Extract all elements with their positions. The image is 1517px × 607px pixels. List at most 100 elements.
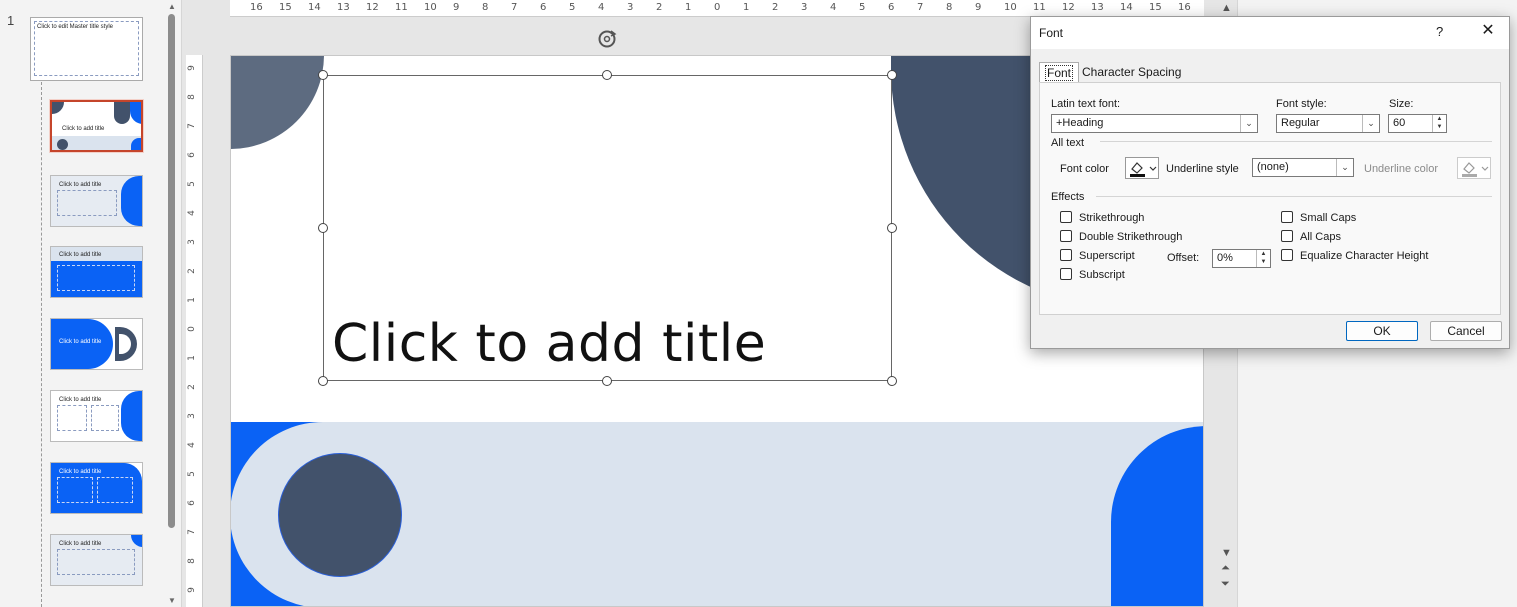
- cancel-button[interactable]: Cancel: [1430, 321, 1502, 341]
- ruler-tick: 7: [186, 529, 197, 535]
- ruler-tick: 15: [1149, 2, 1162, 13]
- ruler-tick: 4: [598, 2, 605, 13]
- tab-font[interactable]: Font: [1039, 62, 1080, 82]
- ruler-tick: 1: [685, 2, 692, 13]
- layout-tree-connector: [41, 82, 42, 607]
- ruler-tick: 0: [186, 326, 197, 332]
- resize-handle-bl[interactable]: [318, 376, 328, 386]
- spin-arrows-icon[interactable]: ▲ ▼: [1432, 115, 1446, 132]
- tab-character-spacing[interactable]: Character Spacing: [1077, 62, 1186, 82]
- ruler-tick: 1: [743, 2, 750, 13]
- chevron-down-icon[interactable]: ⌄: [1362, 115, 1379, 132]
- thumb-title: Click to add title: [62, 126, 105, 132]
- layout-thumbnail-1[interactable]: Click to add title: [49, 99, 144, 153]
- strikethrough-checkbox[interactable]: [1060, 211, 1072, 223]
- slide-thumbnail-pane: 1 Click to edit Master title style Click…: [0, 0, 182, 607]
- superscript-checkbox[interactable]: [1060, 249, 1072, 261]
- ruler-tick: 6: [186, 152, 197, 158]
- close-icon[interactable]: ✕: [1477, 20, 1499, 42]
- ruler-tick: 3: [186, 239, 197, 245]
- thumb-frame: [57, 190, 117, 216]
- double-strikethrough-checkbox[interactable]: [1060, 230, 1072, 242]
- resize-handle-l[interactable]: [318, 223, 328, 233]
- slate-circle[interactable]: [278, 453, 402, 577]
- scroll-thumb[interactable]: [168, 14, 175, 528]
- ruler-tick: 6: [888, 2, 895, 13]
- underline-style-combo[interactable]: (none) ⌄: [1252, 158, 1354, 177]
- scroll-up-icon[interactable]: ▲: [1221, 2, 1232, 14]
- resize-handle-br[interactable]: [887, 376, 897, 386]
- layout-thumbnail-3[interactable]: Click to add title: [50, 246, 143, 298]
- underline-color-picker[interactable]: [1457, 157, 1491, 179]
- next-slide-icon[interactable]: ⏷: [1221, 578, 1230, 591]
- slate-quarter-circle[interactable]: [231, 56, 324, 149]
- spin-arrows-icon[interactable]: ▲ ▼: [1256, 250, 1270, 267]
- superscript-label[interactable]: Superscript: [1079, 250, 1135, 262]
- title-placeholder[interactable]: Click to add title: [323, 75, 892, 381]
- equalize-height-checkbox[interactable]: [1281, 249, 1293, 261]
- double-strikethrough-label[interactable]: Double Strikethrough: [1079, 231, 1182, 243]
- ruler-tick: 5: [186, 471, 197, 477]
- layout-thumbnail-7[interactable]: Click to add title: [50, 534, 143, 586]
- rotate-handle-icon[interactable]: [596, 28, 618, 50]
- thumb-title: Click to add title: [59, 469, 102, 475]
- ruler-tick: 14: [308, 2, 321, 13]
- ok-button[interactable]: OK: [1346, 321, 1418, 341]
- title-placeholder-text[interactable]: Click to add title: [332, 314, 766, 374]
- ruler-tick: 6: [540, 2, 547, 13]
- ruler-tick: 10: [424, 2, 437, 13]
- ruler-tick: 10: [1004, 2, 1017, 13]
- size-spinner[interactable]: 60 ▲ ▼: [1388, 114, 1447, 133]
- thumbnail-scrollbar[interactable]: ▲ ▼: [166, 0, 178, 607]
- slide-master-thumbnail[interactable]: Click to edit Master title style: [30, 17, 143, 81]
- latin-font-combo[interactable]: +Heading ⌄: [1051, 114, 1258, 133]
- ruler-tick: 9: [453, 2, 460, 13]
- ruler-tick: 2: [772, 2, 779, 13]
- chevron-down-icon[interactable]: ⌄: [1336, 159, 1353, 176]
- font-color-picker[interactable]: [1125, 157, 1159, 179]
- small-caps-checkbox[interactable]: [1281, 211, 1293, 223]
- equalize-height-label[interactable]: Equalize Character Height: [1300, 250, 1428, 262]
- ruler-tick: 7: [917, 2, 924, 13]
- font-style-value: Regular: [1281, 117, 1320, 129]
- font-style-combo[interactable]: Regular ⌄: [1276, 114, 1380, 133]
- help-button[interactable]: ?: [1436, 24, 1443, 39]
- scroll-down-icon[interactable]: ▼: [167, 596, 177, 606]
- layout-thumbnail-2[interactable]: Click to add title: [50, 175, 143, 227]
- subscript-label[interactable]: Subscript: [1079, 269, 1125, 281]
- thumb-shape: [114, 102, 130, 124]
- offset-spinner[interactable]: 0% ▲ ▼: [1212, 249, 1271, 268]
- chevron-down-icon[interactable]: ⌄: [1240, 115, 1257, 132]
- ruler-tick: 7: [186, 123, 197, 129]
- latin-font-label: Latin text font:: [1051, 98, 1121, 110]
- small-caps-label[interactable]: Small Caps: [1300, 212, 1356, 224]
- ruler-tick: 8: [186, 94, 197, 100]
- scroll-up-icon[interactable]: ▲: [167, 2, 177, 12]
- resize-handle-r[interactable]: [887, 223, 897, 233]
- subscript-checkbox[interactable]: [1060, 268, 1072, 280]
- font-dialog[interactable]: Font ? ✕ Font Character Spacing Latin te…: [1030, 16, 1510, 349]
- ruler-tick: 3: [627, 2, 634, 13]
- layout-thumbnail-4[interactable]: Click to add title: [50, 318, 143, 370]
- ruler-tick: 13: [1091, 2, 1104, 13]
- font-color-label: Font color: [1060, 163, 1109, 175]
- thumb-title: Click to add title: [59, 397, 102, 403]
- layout-thumbnail-6[interactable]: Click to add title: [50, 462, 143, 514]
- scroll-down-icon[interactable]: ▼: [1221, 547, 1232, 559]
- strikethrough-label[interactable]: Strikethrough: [1079, 212, 1144, 224]
- ruler-tick: 8: [186, 558, 197, 564]
- ruler-tick: 9: [186, 587, 197, 593]
- resize-handle-t[interactable]: [602, 70, 612, 80]
- all-text-label: All text: [1051, 137, 1085, 149]
- ruler-tick: 0: [714, 2, 721, 13]
- resize-handle-tl[interactable]: [318, 70, 328, 80]
- previous-slide-icon[interactable]: ⏶: [1221, 562, 1230, 575]
- all-caps-checkbox[interactable]: [1281, 230, 1293, 242]
- resize-handle-b[interactable]: [602, 376, 612, 386]
- resize-handle-tr[interactable]: [887, 70, 897, 80]
- layout-thumbnail-5[interactable]: Click to add title: [50, 390, 143, 442]
- vertical-ruler: 9 8 7 6 5 4 3 2 1 0 1 2 3 4 5 6 7 8 9: [186, 55, 203, 607]
- dialog-titlebar[interactable]: Font ? ✕: [1031, 17, 1509, 49]
- all-caps-label[interactable]: All Caps: [1300, 231, 1341, 243]
- master-title-text: Click to edit Master title style: [37, 24, 114, 30]
